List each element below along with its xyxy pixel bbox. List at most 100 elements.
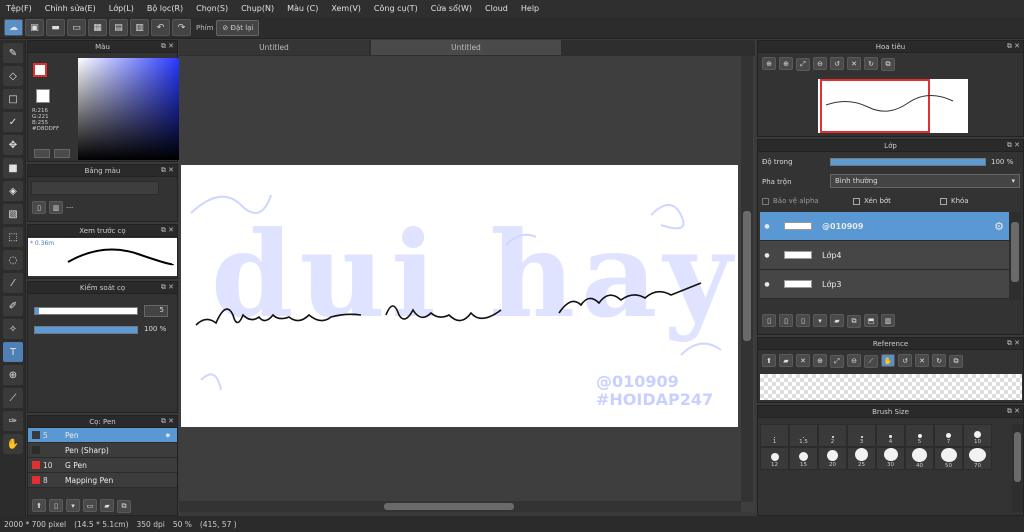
brush-size-option[interactable]: 50: [934, 447, 963, 470]
navigator-thumbnail[interactable]: [818, 79, 968, 133]
comic-icon[interactable]: ▦: [88, 19, 107, 36]
saturation-value-picker[interactable]: [78, 58, 185, 160]
brush-size-option[interactable]: 12: [760, 447, 789, 470]
visibility-icon[interactable]: ●: [760, 223, 774, 230]
brush-size-option[interactable]: 1: [760, 424, 789, 447]
menu-window[interactable]: Cửa sổ(W): [431, 4, 472, 13]
tab-untitled-2[interactable]: Untitled: [371, 40, 561, 55]
chat-icon[interactable]: ▬: [46, 19, 65, 36]
eyedropper-tool-icon[interactable]: ⟋: [3, 388, 23, 408]
menu-layer[interactable]: Lớp(L): [109, 4, 134, 13]
menu-select[interactable]: Chọn(S): [196, 4, 228, 13]
brush-size-value[interactable]: 5: [144, 305, 168, 317]
brush-size-option[interactable]: 4: [876, 424, 905, 447]
hand-tool-icon[interactable]: ✋: [3, 434, 23, 454]
menu-capture[interactable]: Chụp(N): [241, 4, 274, 13]
select-eraser-tool-icon[interactable]: ✧: [3, 319, 23, 339]
reference-image-area[interactable]: [760, 374, 1022, 400]
open-image-icon[interactable]: ▰: [779, 354, 793, 367]
eyedropper-icon[interactable]: ⟋: [864, 354, 878, 368]
trash-icon[interactable]: ▥: [881, 314, 895, 327]
fill-rect-tool-icon[interactable]: ■: [3, 158, 23, 178]
panel-controls-icon[interactable]: ⧉ ✕: [161, 417, 174, 426]
fit-icon[interactable]: ⤢: [830, 354, 844, 368]
brush-item-pen[interactable]: 5 Pen ✷: [28, 428, 177, 443]
layer-scrollbar[interactable]: [1009, 212, 1021, 300]
brush-item-pen-sharp[interactable]: Pen (Sharp): [28, 443, 177, 458]
fit-icon[interactable]: ⤢: [796, 57, 810, 71]
palette-area[interactable]: [31, 181, 159, 195]
layer-item-3[interactable]: ● Lớp3: [760, 270, 1010, 299]
bucket-tool-icon[interactable]: ◈: [3, 181, 23, 201]
cloud-icon[interactable]: ☁: [4, 19, 23, 36]
rotate-left-icon[interactable]: ↺: [898, 354, 912, 367]
panel-controls-icon[interactable]: ⧉ ✕: [1007, 407, 1020, 416]
rotate-left-icon[interactable]: ↺: [830, 57, 844, 70]
lasso-tool-icon[interactable]: ◌: [3, 250, 23, 270]
eraser-tool-icon[interactable]: ◇: [3, 66, 23, 86]
menu-view[interactable]: Xem(V): [331, 4, 361, 13]
check-tool-icon[interactable]: ✓: [3, 112, 23, 132]
brush-settings-icon[interactable]: ✷: [165, 431, 171, 440]
text-tool-icon[interactable]: T: [3, 342, 23, 362]
menu-file[interactable]: Tệp(F): [6, 4, 32, 13]
background-color-swatch[interactable]: [36, 89, 50, 103]
brush-size-option[interactable]: 1.5: [789, 424, 818, 447]
brush-size-option[interactable]: 20: [818, 447, 847, 470]
brush-size-option[interactable]: 7: [934, 424, 963, 447]
eyedropper-button[interactable]: [54, 149, 70, 158]
rotate-right-icon[interactable]: ↻: [932, 354, 946, 367]
brush-size-option[interactable]: 40: [905, 447, 934, 470]
new-layer-8bit-icon[interactable]: ▯: [779, 314, 793, 327]
brush-size-option[interactable]: 2: [818, 424, 847, 447]
move-tool-icon[interactable]: ✥: [3, 135, 23, 155]
duplicate-layer-icon[interactable]: ⧉: [847, 314, 861, 328]
new-layer-1bit-icon[interactable]: ▯: [796, 314, 810, 327]
gear-icon[interactable]: ⚙: [994, 220, 1004, 233]
select-pen-tool-icon[interactable]: ✐: [3, 296, 23, 316]
hand-icon[interactable]: ✋: [881, 354, 895, 367]
reset-view-icon[interactable]: ⧉: [881, 57, 895, 71]
zoom-out-icon[interactable]: ⊖: [813, 57, 827, 70]
menu-cloud[interactable]: Cloud: [485, 4, 508, 13]
layer-item-1[interactable]: ● @010909 ⚙: [760, 212, 1010, 241]
close-icon[interactable]: ✕: [796, 354, 810, 367]
operation-tool-icon[interactable]: ⊕: [3, 365, 23, 385]
undo-icon[interactable]: ↶: [151, 19, 170, 36]
brush-size-scrollbar[interactable]: [1012, 424, 1023, 512]
zoom-in-icon[interactable]: ⊕: [762, 57, 776, 70]
gradient-tool-icon[interactable]: ▧: [3, 204, 23, 224]
new-palette-icon[interactable]: ▯: [32, 201, 46, 214]
menu-help[interactable]: Help: [521, 4, 539, 13]
tab-untitled-1[interactable]: Untitled: [179, 40, 369, 55]
panel-controls-icon[interactable]: ⧉ ✕: [161, 283, 174, 292]
wand-tool-icon[interactable]: ⁄: [3, 273, 23, 293]
brush-size-option[interactable]: 3: [847, 424, 876, 447]
blend-mode-select[interactable]: Bình thường ▾: [830, 174, 1020, 188]
brush-opacity-slider[interactable]: [34, 326, 138, 334]
duplicate-icon[interactable]: ⧉: [117, 499, 131, 513]
zoom-in-icon[interactable]: ⊕: [813, 354, 827, 367]
layer-item-2[interactable]: ● Lớp4: [760, 241, 1010, 270]
color-mode-button[interactable]: [34, 149, 50, 158]
new-layer-icon[interactable]: ▯: [762, 314, 776, 327]
brush-size-slider[interactable]: [34, 307, 138, 315]
brush-size-option[interactable]: 15: [789, 447, 818, 470]
panel-controls-icon[interactable]: ⧉ ✕: [161, 42, 174, 51]
frame-icon[interactable]: ▭: [67, 19, 86, 36]
upload-icon[interactable]: ⬆: [762, 354, 776, 367]
delete-palette-icon[interactable]: ▥: [49, 201, 63, 214]
menu-color[interactable]: Màu (C): [287, 4, 318, 13]
horizontal-scrollbar[interactable]: [179, 501, 741, 512]
reset-view-icon[interactable]: ⧉: [949, 354, 963, 368]
clipping-checkbox[interactable]: Xén bớt: [853, 197, 891, 205]
brush-options-icon[interactable]: ▾: [66, 499, 80, 512]
vertical-scrollbar[interactable]: [741, 56, 753, 502]
rotate-right-icon[interactable]: ↻: [864, 57, 878, 70]
brush-tool-icon[interactable]: ✎: [3, 43, 23, 63]
edit-tool-icon[interactable]: ✑: [3, 411, 23, 431]
grid-icon[interactable]: ▤: [109, 19, 128, 36]
menu-edit[interactable]: Chỉnh sửa(E): [45, 4, 96, 13]
save-icon[interactable]: ▣: [25, 19, 44, 36]
zoom-out-icon[interactable]: ⊖: [847, 354, 861, 367]
